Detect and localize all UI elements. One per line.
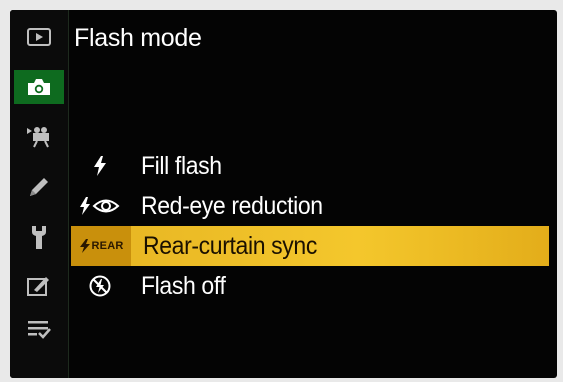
- menu-item-fill-flash[interactable]: Fill flash: [69, 146, 557, 186]
- playback-icon: [27, 28, 51, 46]
- my-menu-icon: [28, 321, 51, 339]
- tab-custom-settings[interactable]: [14, 170, 64, 204]
- menu-item-label: Rear-curtain sync: [143, 232, 317, 260]
- flash-rear-icon: REAR: [71, 226, 131, 266]
- movie-icon: [27, 127, 49, 148]
- page-title: Flash mode: [74, 24, 202, 52]
- flash-mode-menu: Fill flash Red-eye reduction REAR Rear-c…: [69, 146, 557, 306]
- tab-setup[interactable]: [14, 220, 64, 254]
- flash-red-eye-icon: [69, 186, 131, 226]
- tab-retouch[interactable]: [14, 268, 64, 302]
- menu-item-red-eye-reduction[interactable]: Red-eye reduction: [69, 186, 557, 226]
- menu-item-label: Fill flash: [141, 152, 222, 180]
- tab-photo-shooting[interactable]: [14, 70, 64, 104]
- camera-menu-screen: Flash mode Fill flash Red-eye reduction: [10, 10, 557, 378]
- menu-item-rear-curtain-sync[interactable]: REAR Rear-curtain sync: [71, 226, 549, 266]
- tab-my-menu[interactable]: [14, 312, 64, 346]
- camera-icon: [28, 79, 50, 95]
- flash-icon: [69, 146, 131, 186]
- menu-sidebar: [10, 10, 68, 378]
- tab-playback[interactable]: [14, 20, 64, 54]
- wrench-icon: [32, 226, 46, 249]
- menu-item-flash-off[interactable]: Flash off: [69, 266, 557, 306]
- retouch-icon: [27, 277, 49, 296]
- flash-off-icon: [69, 266, 131, 306]
- tab-movie-shooting[interactable]: [14, 120, 64, 154]
- menu-item-label: Red-eye reduction: [141, 192, 323, 220]
- menu-item-label: Flash off: [141, 272, 226, 300]
- pencil-icon: [30, 178, 48, 196]
- rear-badge-text: REAR: [91, 240, 124, 252]
